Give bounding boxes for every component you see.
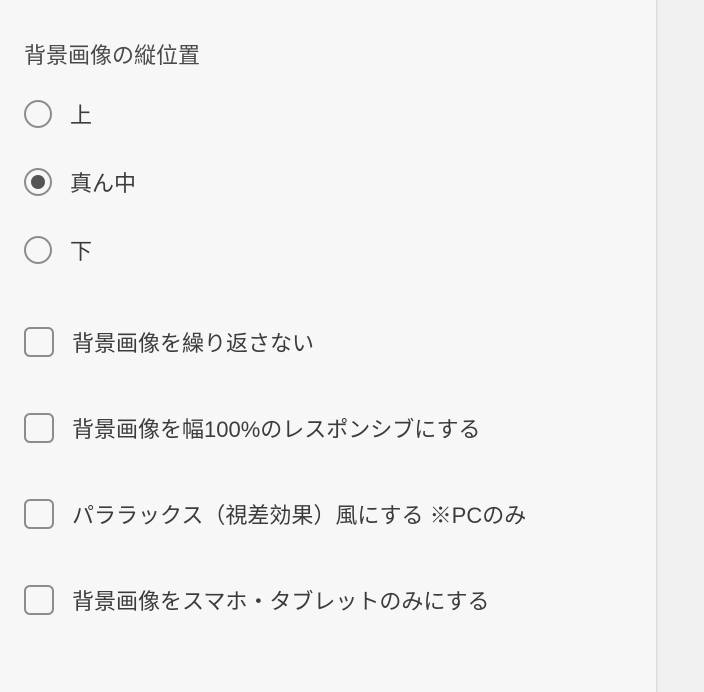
right-gutter	[657, 0, 704, 692]
checkbox-label: パララックス（視差効果）風にする ※PCのみ	[72, 498, 526, 530]
radio-icon	[24, 100, 52, 128]
checkbox-icon	[24, 327, 54, 357]
vertical-position-radio-group: 上 真ん中 下	[24, 98, 632, 266]
radio-label: 真ん中	[70, 166, 136, 198]
checkbox-parallax[interactable]: パララックス（視差効果）風にする ※PCのみ	[24, 498, 632, 530]
radio-icon	[24, 168, 52, 196]
radio-option-middle[interactable]: 真ん中	[24, 166, 632, 198]
settings-panel: 背景画像の縦位置 上 真ん中 下 背景画像を繰り返さない 背景画像を幅100%の…	[0, 0, 657, 692]
checkbox-responsive-width[interactable]: 背景画像を幅100%のレスポンシブにする	[24, 412, 632, 444]
checkbox-icon	[24, 585, 54, 615]
checkbox-no-repeat[interactable]: 背景画像を繰り返さない	[24, 326, 632, 358]
checkbox-mobile-only[interactable]: 背景画像をスマホ・タブレットのみにする	[24, 584, 632, 616]
checkbox-group: 背景画像を繰り返さない 背景画像を幅100%のレスポンシブにする パララックス（…	[24, 326, 632, 616]
radio-icon	[24, 236, 52, 264]
checkbox-icon	[24, 413, 54, 443]
section-title: 背景画像の縦位置	[24, 38, 632, 70]
radio-label: 上	[70, 98, 92, 130]
checkbox-icon	[24, 499, 54, 529]
checkbox-label: 背景画像を幅100%のレスポンシブにする	[72, 412, 481, 444]
radio-label: 下	[70, 234, 92, 266]
radio-option-top[interactable]: 上	[24, 98, 632, 130]
checkbox-label: 背景画像を繰り返さない	[72, 326, 314, 358]
checkbox-label: 背景画像をスマホ・タブレットのみにする	[72, 584, 490, 616]
radio-option-bottom[interactable]: 下	[24, 234, 632, 266]
